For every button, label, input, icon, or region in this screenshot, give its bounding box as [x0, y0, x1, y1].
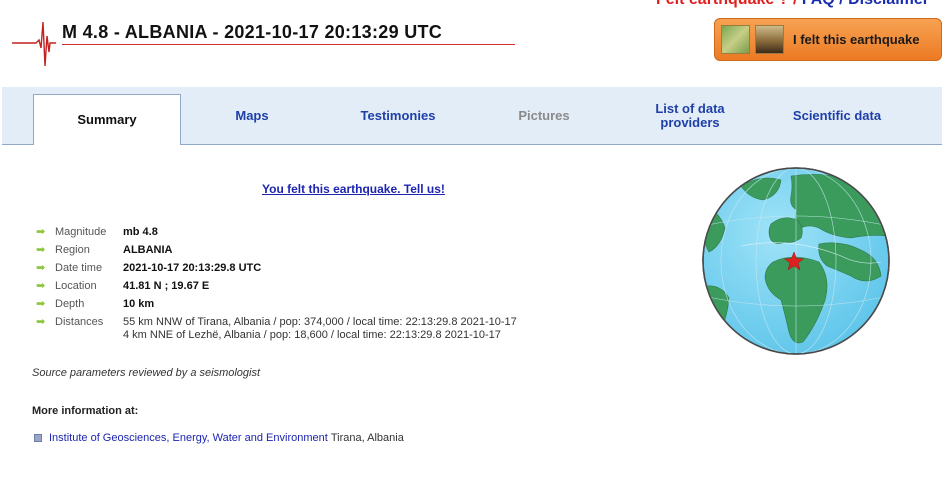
tab-scientific-data[interactable]: Scientific data — [774, 87, 900, 144]
arrow-icon: ➡ — [36, 298, 46, 310]
felt-earthquake-link[interactable]: Felt earthquake ? — [656, 0, 788, 8]
source-note: Source parameters reviewed by a seismolo… — [32, 367, 261, 379]
event-details: ➡ Magnitude mb 4.8 ➡ Region ALBANIA ➡ Da… — [36, 226, 517, 346]
institute-place: Tirana, Albania — [330, 432, 404, 444]
detail-row-distances: ➡ Distances 55 km NNW of Tirana, Albania… — [36, 316, 517, 341]
tab-bar: Summary Maps Testimonies Pictures List o… — [2, 87, 942, 145]
distances-value: 55 km NNW of Tirana, Albania / pop: 374,… — [123, 316, 517, 341]
more-info-heading: More information at: — [32, 405, 139, 417]
date-time-value: 2021-10-17 20:13:29.8 UTC — [123, 262, 262, 274]
detail-row-depth: ➡ Depth 10 km — [36, 298, 155, 310]
map-thumbnail-icon — [721, 25, 750, 54]
tab-testimonies[interactable]: Testimonies — [342, 87, 454, 144]
tab-maps[interactable]: Maps — [192, 87, 312, 144]
faq-link[interactable]: FAQ — [802, 0, 835, 8]
disclaimer-link[interactable]: Disclaimer — [848, 0, 929, 8]
seismogram-logo-icon — [12, 21, 56, 67]
felt-button-label: I felt this earthquake — [793, 32, 920, 47]
location-value: 41.81 N ; 19.67 E — [123, 280, 210, 292]
depth-value: 10 km — [123, 298, 155, 310]
bullet-icon — [34, 434, 42, 442]
detail-row-magnitude: ➡ Magnitude mb 4.8 — [36, 226, 158, 238]
arrow-icon: ➡ — [36, 316, 46, 328]
felt-earthquake-button[interactable]: I felt this earthquake — [714, 18, 942, 61]
institute-link[interactable]: Institute of Geosciences, Energy, Water … — [49, 432, 328, 444]
magnitude-value: mb 4.8 — [123, 226, 158, 238]
arrow-icon: ➡ — [36, 244, 46, 256]
detail-row-region: ➡ Region ALBANIA — [36, 244, 173, 256]
title-underline — [62, 44, 515, 45]
arrow-icon: ➡ — [36, 226, 46, 238]
tab-summary[interactable]: Summary — [33, 94, 181, 145]
institute-item: Institute of Geosciences, Energy, Water … — [34, 432, 404, 444]
tab-pictures: Pictures — [518, 107, 570, 123]
top-links: Felt earthquake ? / FAQ / Disclaimer — [656, 0, 929, 9]
damage-photo-icon — [755, 25, 784, 54]
arrow-icon: ➡ — [36, 262, 46, 274]
page-title: M 4.8 - ALBANIA - 2021-10-17 20:13:29 UT… — [62, 22, 443, 42]
arrow-icon: ➡ — [36, 280, 46, 292]
tab-data-providers[interactable]: List of data providers — [642, 87, 738, 144]
region-value: ALBANIA — [123, 244, 173, 256]
tell-us-link[interactable]: You felt this earthquake. Tell us! — [262, 182, 445, 196]
detail-row-location: ➡ Location 41.81 N ; 19.67 E — [36, 280, 210, 292]
globe-map-icon — [702, 167, 890, 355]
detail-row-date-time: ➡ Date time 2021-10-17 20:13:29.8 UTC — [36, 262, 262, 274]
